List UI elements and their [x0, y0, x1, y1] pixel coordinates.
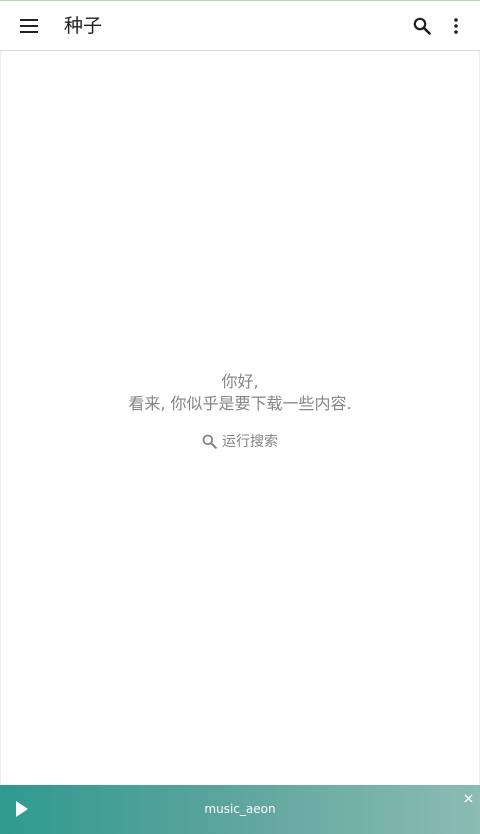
empty-greeting: 你好, [221, 372, 259, 391]
app-bar: 种子 [0, 1, 480, 51]
close-player-button[interactable] [459, 789, 477, 807]
media-player-bar[interactable]: music_aeon [0, 785, 480, 834]
search-icon [413, 17, 431, 35]
run-search-button[interactable]: 运行搜索 [202, 431, 278, 451]
screen: 种子 你好, 看来, 你似乎是要下载一些内容. 运行搜索 music_aeon [0, 0, 480, 834]
more-vert-icon [454, 18, 458, 34]
menu-button[interactable] [9, 6, 49, 46]
close-icon [464, 794, 472, 802]
empty-state: 你好, 看来, 你似乎是要下载一些内容. 运行搜索 [1, 371, 479, 453]
menu-icon [20, 19, 38, 33]
torrent-list-area: 你好, 看来, 你似乎是要下载一些内容. 运行搜索 [0, 51, 480, 785]
more-options-button[interactable] [436, 6, 476, 46]
track-title: music_aeon [204, 802, 276, 816]
page-title: 种子 [64, 15, 103, 37]
empty-message: 看来, 你似乎是要下载一些内容. [128, 394, 352, 413]
search-icon [202, 434, 217, 449]
run-search-label: 运行搜索 [222, 434, 278, 450]
